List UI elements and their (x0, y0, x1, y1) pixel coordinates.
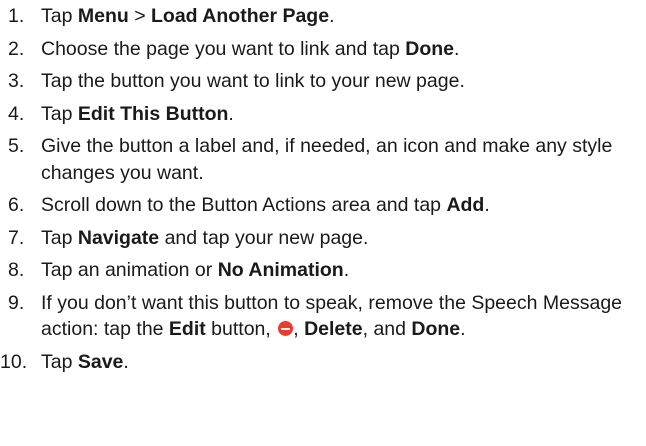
step-number: 5. (8, 135, 25, 157)
step-text: , (293, 318, 305, 340)
no-animation-term: No Animation (217, 259, 344, 281)
step-text: Give the button a label and, if needed, … (41, 135, 613, 184)
step-number: 3. (8, 70, 25, 92)
menu-term: Menu (77, 5, 129, 27)
step-number: 8. (8, 259, 25, 281)
step-number: 6. (8, 194, 25, 216)
step-9: 9. If you don’t want this button to speak… (0, 290, 641, 343)
add-term: Add (446, 194, 485, 216)
step-text: Tap (41, 5, 78, 27)
step-1: 1. Tap Menu > Load Another Page. (0, 3, 646, 30)
step-text: Choose the page you want to link and tap (41, 37, 406, 60)
step-text: . (329, 5, 335, 27)
step-text: Tap (41, 102, 78, 125)
step-text: . (228, 102, 234, 125)
step-text: . (454, 37, 460, 60)
step-6: 6. Scroll down to the Button Actions area… (0, 192, 646, 219)
step-number: 1. (8, 5, 25, 27)
step-text: Scroll down to the Button Actions area a… (41, 194, 447, 216)
minus-circle-icon (278, 321, 294, 336)
step-10: 10. Tap Save. (0, 349, 646, 376)
step-text: . (460, 318, 466, 340)
step-8: 8. Tap an animation or No Animation. (0, 257, 646, 284)
step-text: , and (362, 318, 412, 340)
step-text: button, (205, 318, 277, 340)
step-number: 4. (8, 102, 25, 125)
step-number: 9. (8, 291, 25, 314)
step-number: 2. (8, 37, 25, 60)
save-term: Save (77, 350, 124, 373)
step-number: 7. (8, 226, 25, 249)
step-7: 7. Tap Navigate and tap your new page. (0, 225, 646, 252)
load-another-page-term: Load Another Page (151, 5, 330, 27)
step-text: . (343, 259, 350, 281)
step-text: Tap the button you want to link to your … (41, 70, 465, 92)
step-number: 10. (0, 350, 28, 373)
step-text: Tap (41, 350, 78, 373)
step-2: 2. Choose the page you want to link and t… (0, 36, 646, 63)
step-text: and tap your new page. (159, 226, 369, 249)
navigate-term: Navigate (77, 226, 160, 249)
edit-term: Edit (168, 318, 206, 340)
step-text: . (123, 350, 129, 373)
step-3: 3. Tap the button you want to link to you… (0, 68, 646, 95)
step-5: 5. Give the button a label and, if needed… (0, 133, 641, 186)
step-text: Tap an animation or (41, 259, 218, 281)
done-term: Done (405, 37, 455, 60)
step-text: . (484, 194, 490, 216)
step-text: Tap (41, 226, 78, 249)
step-text: > (128, 5, 152, 27)
done-term: Done (411, 318, 461, 340)
instruction-list: 1. Tap Menu > Load Another Page. 2. Choose… (0, 0, 646, 375)
step-4: 4. Tap Edit This Button. (0, 101, 646, 128)
delete-term: Delete (304, 318, 363, 340)
edit-this-button-term: Edit This Button (77, 102, 229, 125)
